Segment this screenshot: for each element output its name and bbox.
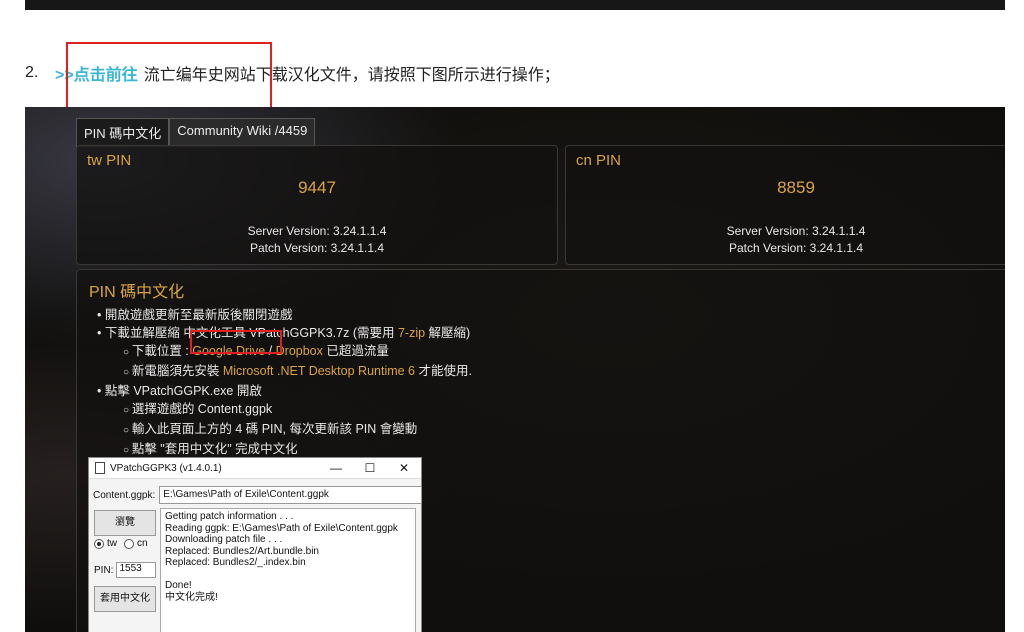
download-location-label: 下載位置 : [131, 344, 193, 358]
app-title: VPatchGGPK3 (v1.4.0.1) [110, 462, 222, 474]
runtime-pre: 新電腦須先安裝 [131, 364, 223, 378]
tw-patch-version: Patch Version: 3.24.1.1.4 [249, 241, 385, 255]
cn-pin-label: cn PIN [576, 152, 622, 169]
maximize-icon[interactable]: ☐ [353, 461, 387, 475]
step-number: 2. [25, 64, 39, 81]
app-icon [95, 462, 105, 474]
guide-step-3a: 選擇遊戲的 Content.ggpk [89, 400, 472, 420]
pin-input[interactable]: 1553 [116, 562, 157, 578]
log-line: 中文化完成! [165, 591, 218, 603]
pin-input-label: PIN: [94, 564, 114, 576]
dropbox-note: 已超過流量 [322, 344, 389, 358]
guide-step-3b: 輸入此頁面上方的 4 碼 PIN, 每次更新該 PIN 會變動 [89, 420, 472, 440]
guide-step-2-post: 解壓縮) [425, 326, 471, 340]
radio-tw[interactable] [94, 538, 104, 549]
site-screenshot: PIN 碼中文化 Community Wiki /4459 tw PIN 944… [25, 107, 1005, 632]
log-line: Done! [165, 580, 192, 591]
tab-pin[interactable]: PIN 碼中文化 [76, 118, 170, 147]
vpatch-app-window: VPatchGGPK3 (v1.4.0.1) — ☐ ✕ Content.ggp… [88, 457, 423, 632]
tw-pin-label: tw PIN [87, 152, 132, 169]
highlight-box-link [66, 42, 272, 116]
guide-step-1: 開啟遊戲更新至最新版後關閉遊戲 [89, 306, 472, 324]
log-output: Getting patch information . . . Reading … [160, 508, 416, 632]
tw-pin-panel: tw PIN 9447 Server Version: 3.24.1.1.4 P… [76, 145, 558, 265]
log-line: Downloading patch file . . . [165, 534, 283, 545]
cn-pin-value: 8859 [777, 178, 815, 197]
guide-title: PIN 碼中文化 [89, 284, 185, 301]
dotnet-runtime-link[interactable]: Microsoft .NET Desktop Runtime 6 [223, 364, 415, 378]
apply-chinese-button[interactable]: 套用中文化 [94, 586, 156, 612]
radio-cn[interactable] [124, 538, 134, 549]
runtime-post: 才能使用. [415, 364, 472, 378]
radio-tw-label: tw [107, 538, 117, 549]
log-line: Replaced: Bundles2/Art.bundle.bin [165, 545, 319, 557]
dropbox-link[interactable]: Dropbox [276, 344, 323, 358]
content-path-label: Content.ggpk: [93, 489, 156, 501]
browse-button[interactable]: 瀏覽 [94, 510, 156, 536]
log-line: Replaced: Bundles2/_.index.bin [165, 557, 306, 568]
tab-bar: PIN 碼中文化 Community Wiki /4459 [76, 118, 316, 147]
tab-community-wiki[interactable]: Community Wiki /4459 [169, 118, 316, 147]
tw-server-version: Server Version: 3.24.1.1.4 [247, 224, 387, 238]
radio-cn-label: cn [137, 538, 148, 549]
close-icon[interactable]: ✕ [387, 461, 421, 475]
tw-pin-value: 9447 [298, 178, 336, 197]
7zip-link[interactable]: 7-zip [398, 326, 425, 340]
runtime-note: 新電腦須先安裝 Microsoft .NET Desktop Runtime 6… [89, 362, 472, 382]
minimize-icon[interactable]: — [319, 461, 353, 475]
cn-server-version: Server Version: 3.24.1.1.4 [726, 224, 866, 238]
cn-patch-version: Patch Version: 3.24.1.1.4 [728, 241, 864, 255]
log-line: Reading ggpk: E:\Games\Path of Exile\Con… [165, 522, 398, 534]
region-radio-group: tw cn [94, 538, 148, 549]
content-path-input[interactable]: E:\Games\Path of Exile\Content.ggpk [159, 486, 423, 504]
content-path-row: Content.ggpk: E:\Games\Path of Exile\Con… [93, 486, 423, 504]
app-titlebar: VPatchGGPK3 (v1.4.0.1) — ☐ ✕ [89, 458, 421, 479]
window-controls: — ☐ ✕ [319, 461, 421, 475]
log-line: Getting patch information . . . [165, 511, 294, 522]
highlight-box-google-drive [190, 330, 282, 354]
guide-step-3: 點擊 VPatchGGPK.exe 開啟 [89, 382, 472, 400]
cn-pin-panel: cn PIN 8859 Server Version: 3.24.1.1.4 P… [565, 145, 1005, 265]
pin-row: PIN: 1553 [94, 562, 157, 578]
top-image-strip [25, 0, 1005, 10]
